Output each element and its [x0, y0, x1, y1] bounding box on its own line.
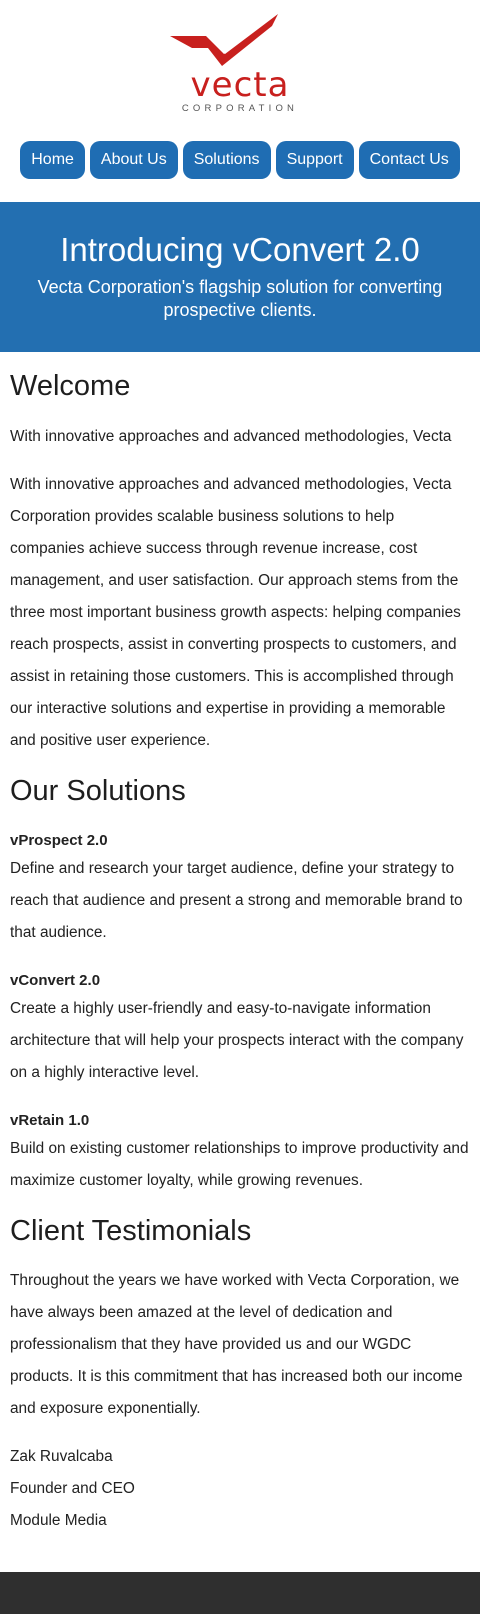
nav-support[interactable]: Support [275, 141, 354, 179]
footer [0, 1572, 480, 1614]
solutions-heading: Our Solutions [10, 775, 186, 807]
nav-home[interactable]: Home [20, 141, 85, 179]
testimonial-company: Module Media [10, 1512, 107, 1529]
main-nav: Home About Us Solutions Support Contact … [0, 141, 480, 179]
solution-title: vConvert 2.0 [10, 972, 101, 989]
testimonial-role: Founder and CEO [10, 1480, 135, 1497]
solution-text: Define and research your target audience… [10, 860, 463, 941]
welcome-heading: Welcome [10, 370, 131, 402]
vecta-logo-mark: vecta CORPORATION [170, 14, 298, 114]
hero-title: Introducing vConvert 2.0 [60, 231, 420, 268]
nav-contact-us[interactable]: Contact Us [358, 141, 460, 179]
solution-text: Create a highly user-friendly and easy-t… [10, 1000, 464, 1081]
testimonial-name: Zak Ruvalcaba [10, 1448, 113, 1465]
nav-solutions[interactable]: Solutions [182, 141, 271, 179]
nav-about-us[interactable]: About Us [89, 141, 178, 179]
solution-title: vProspect 2.0 [10, 832, 108, 849]
hero-banner: Introducing vConvert 2.0 Vecta Corporati… [0, 202, 480, 352]
hero-subtitle: Vecta Corporation's flagship solution fo… [37, 277, 443, 320]
testimonials-heading: Client Testimonials [10, 1215, 252, 1247]
brand-wordmark: vecta [191, 65, 290, 105]
solution-title: vRetain 1.0 [10, 1112, 90, 1129]
vecta-logo[interactable]: vecta CORPORATION [0, 0, 480, 120]
brand-tagline: CORPORATION [182, 103, 298, 114]
testimonial-quote: Throughout the years we have worked with… [10, 1272, 463, 1417]
welcome-body: With innovative approaches and advanced … [10, 476, 461, 749]
main-content: Welcome With innovative approaches and a… [10, 352, 470, 1537]
solution-text: Build on existing customer relationships… [10, 1140, 469, 1189]
page: vecta CORPORATION Home About Us Solution… [0, 0, 480, 1614]
welcome-intro: With innovative approaches and advanced … [10, 428, 452, 445]
